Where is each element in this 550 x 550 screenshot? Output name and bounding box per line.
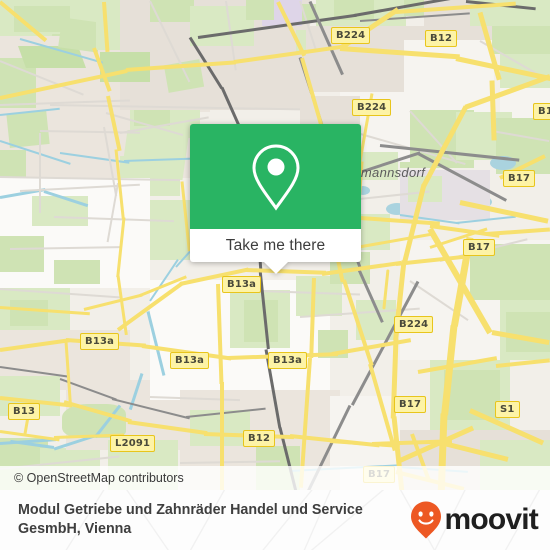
page-title: Modul Getriebe und Zahnräder Handel und … [18, 502, 363, 537]
road-shield: L2091 [110, 435, 156, 452]
map-canvas[interactable]: tmannsdorf B224B12B224B17B17B17B13aB224B… [0, 0, 550, 490]
moovit-wordmark: moovit [444, 503, 538, 536]
moovit-smiley-pin-icon [411, 501, 442, 539]
road-shield: B224 [394, 316, 434, 333]
footer-bar: Modul Getriebe und Zahnräder Handel und … [0, 490, 550, 550]
take-me-there-button[interactable]: Take me there [190, 229, 361, 274]
road-shield: B13a [170, 352, 210, 369]
road-shield: B13a [80, 333, 120, 350]
map-pin-icon [251, 143, 300, 211]
road-shield: B13a [222, 276, 262, 293]
location-callout-card[interactable]: Take me there [190, 124, 361, 274]
road-shield: B224 [352, 99, 392, 116]
road-shield: B13a [268, 352, 308, 369]
osm-attribution-text: © OpenStreetMap contributors [14, 471, 184, 485]
road-shield: B12 [425, 30, 458, 47]
road-shield: B17 [394, 396, 427, 413]
road-shield: S1 [495, 401, 520, 418]
callout-pin-area [190, 124, 361, 229]
callout-pointer-tail [262, 261, 289, 274]
road-shield: B13 [8, 403, 41, 420]
road-shield: B12 [243, 430, 276, 447]
road-shield: B17 [533, 103, 550, 120]
road-shield: B17 [463, 239, 496, 256]
take-me-there-label: Take me there [225, 236, 326, 254]
moovit-brand[interactable]: moovit [409, 500, 539, 540]
road-shield: B224 [331, 27, 371, 44]
map-attribution-bar: © OpenStreetMap contributors [0, 466, 550, 490]
road-shield: B17 [503, 170, 536, 187]
moovit-map-screenshot: tmannsdorf B224B12B224B17B17B17B13aB224B… [0, 0, 550, 550]
